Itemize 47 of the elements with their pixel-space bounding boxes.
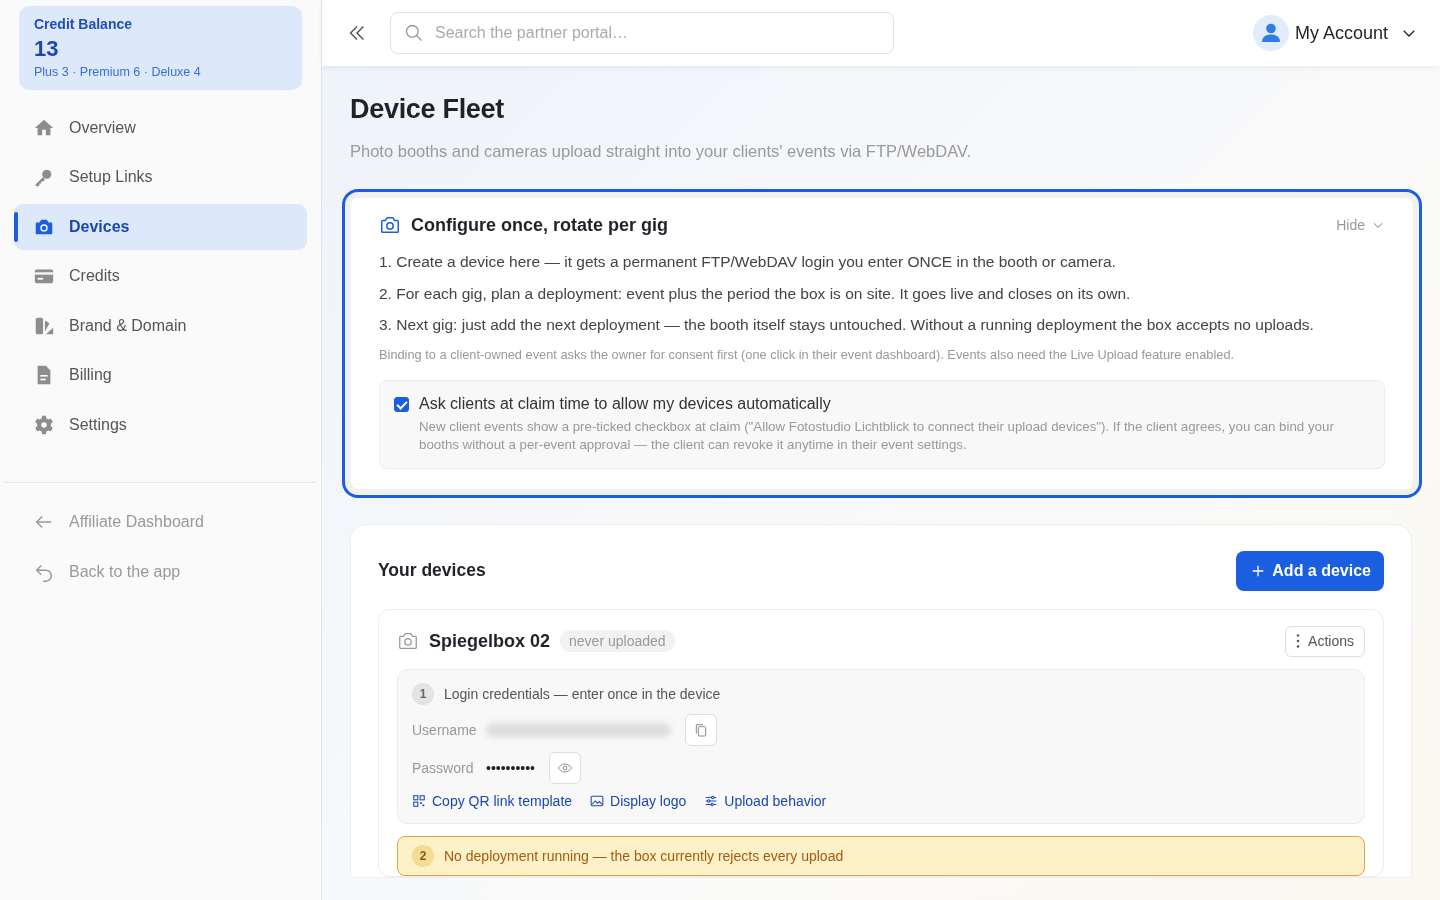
- copy-icon: [693, 721, 709, 738]
- action-link[interactable]: Display logo: [590, 792, 687, 809]
- guide-step: 3. Next gig: just add the next deployment — the booth itself stays untouched. Without a running deployment the box accepts no uploads.: [379, 309, 1385, 341]
- sliders-icon: [704, 793, 719, 808]
- sidebar-item[interactable]: Setup Links: [14, 154, 307, 200]
- sidebar-item[interactable]: Settings: [14, 402, 307, 448]
- credit-breakdown: Plus 3 · Premium 6 · Deluxe 4: [34, 65, 202, 79]
- page-subtitle: Photo booths and cameras upload straight into your clients' events via FTP/WebDAV.: [350, 142, 972, 161]
- field-label: Password: [412, 759, 472, 776]
- search-field[interactable]: Search the partner portal…: [390, 12, 894, 54]
- device-name: Spiegelbox 02: [429, 630, 551, 652]
- actions-button[interactable]: Actions: [1285, 625, 1365, 657]
- user-avatar-icon: [1252, 15, 1289, 51]
- password-value: ••••••••••: [486, 759, 535, 776]
- guide-step: 1. Create a device here — it gets a permanent FTP/WebDAV login you enter ONCE in the booth or camera.: [379, 246, 1385, 278]
- credentials-title: Login credentials — enter once in the device: [444, 685, 721, 702]
- guide-step: 2. For each gig, plan a deployment: event plus the period the box is on site. It goes live and closes on its own.: [379, 277, 1385, 309]
- option-description: New client events show a pre-ticked checkbox at claim ("Allow Fotostudio Lichtblick to connect their upload devices"). If the client agrees, you can bind your booths without a per-event approval — the client can revoke it anytime in their event settings.: [419, 417, 1335, 454]
- settings-icon: [33, 413, 55, 436]
- sidebar-item[interactable]: Billing: [14, 352, 307, 398]
- action-link[interactable]: Upload behavior: [704, 792, 827, 809]
- account-menu[interactable]: My Account: [1252, 15, 1418, 51]
- camera-icon: [379, 214, 401, 236]
- option-label: Ask clients at claim time to allow my devices automatically: [419, 394, 832, 413]
- action-link[interactable]: Copy QR link template: [412, 792, 573, 809]
- more-icon: [1296, 634, 1301, 648]
- credit-balance-value: 13: [34, 36, 60, 62]
- guide-note: Binding to a client-owned event asks the owner for consent first (one click in their event dashboard). Events also need the Live Upload feature enabled.: [379, 346, 1236, 362]
- add-device-button[interactable]: Add a device: [1236, 550, 1384, 591]
- warning-text: No deployment running — the box currently rejects every upload: [444, 847, 844, 864]
- sidebar-item[interactable]: Brand & Domain: [14, 303, 307, 349]
- image-icon: [590, 793, 605, 808]
- credit-balance-label: Credit Balance: [34, 16, 134, 32]
- step-number: 1: [412, 682, 434, 705]
- checkbox[interactable]: [394, 396, 409, 412]
- guide-title: Configure once, rotate per gig: [411, 214, 669, 236]
- page-title: Device Fleet: [350, 94, 505, 125]
- qr-code-icon: [412, 793, 426, 808]
- step-number: 2: [412, 844, 434, 867]
- status-badge: never uploaded: [560, 630, 675, 652]
- camera-icon: [397, 630, 419, 652]
- sidebar-item[interactable]: Devices: [14, 204, 307, 250]
- copy-button[interactable]: [685, 713, 717, 746]
- sidebar-item[interactable]: Overview: [14, 105, 307, 151]
- show-password-button[interactable]: [549, 751, 581, 784]
- sidebar-item[interactable]: Credits: [14, 253, 307, 299]
- section-title: Your devices: [378, 560, 486, 581]
